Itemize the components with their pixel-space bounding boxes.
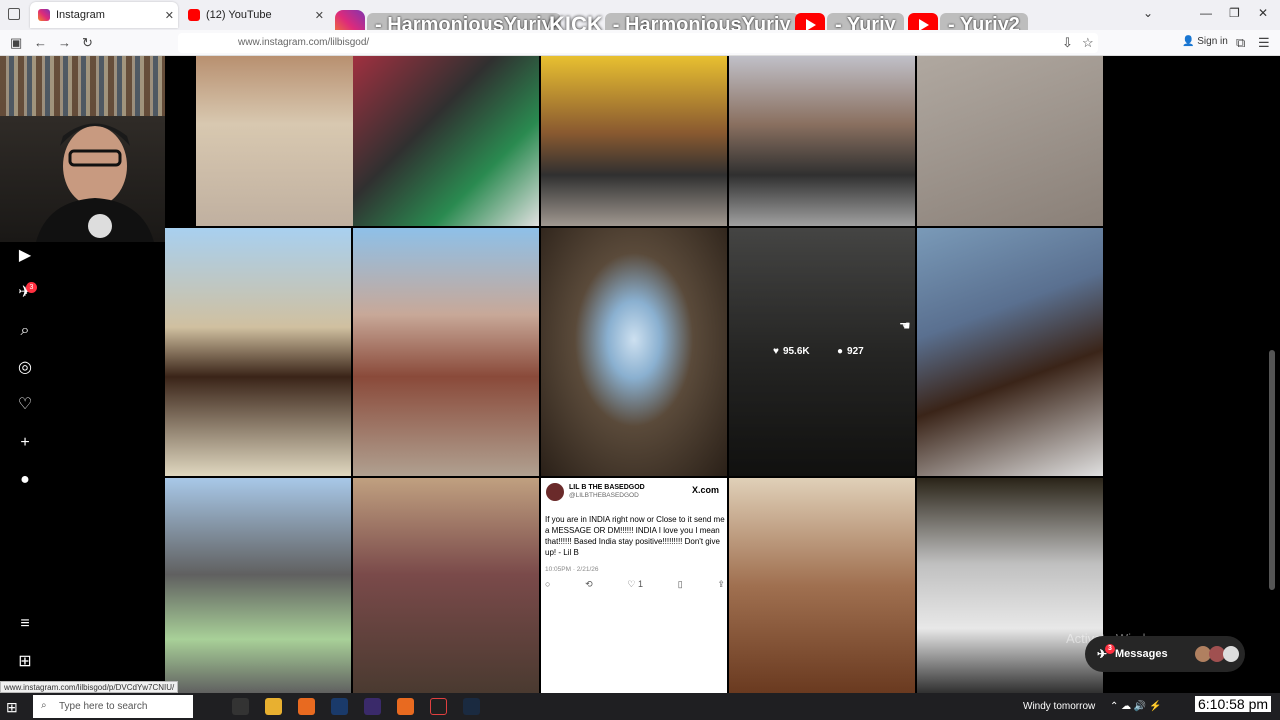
like-icon: ♡ 1 (627, 579, 644, 589)
reply-icon: ○ (545, 579, 551, 589)
post-thumbnail[interactable] (541, 56, 727, 226)
url-bar[interactable]: www.instagram.com/lilbisgod/ (178, 33, 1098, 53)
comments-count: 927 (847, 346, 864, 357)
avatar (1223, 646, 1239, 662)
menu-icon[interactable]: ≡ (15, 614, 35, 634)
forward-icon[interactable]: → (58, 35, 71, 50)
likes-count: 95.6K (782, 346, 810, 357)
messages-pill[interactable]: ✈ 3 Messages (1085, 636, 1245, 672)
post-thumbnail[interactable] (353, 56, 539, 226)
messages-pill-label: Messages (1115, 648, 1168, 660)
chevron-down-icon[interactable]: ⌄ (1143, 6, 1153, 20)
extensions-icon[interactable]: ⧉ (1236, 35, 1245, 51)
heart-icon: ♥ (773, 346, 779, 357)
firefox-active-icon[interactable] (397, 698, 414, 715)
search-icon: ⌕ (41, 700, 47, 711)
premiere-icon[interactable] (364, 698, 381, 715)
minimize-icon[interactable]: — (1200, 6, 1212, 20)
tweet-screenshot-post[interactable]: LIL B THE BASEDGOD @LILBTHEBASEDGOD X.co… (541, 478, 727, 693)
taskbar-clock[interactable]: 6:10:58 pm (1195, 696, 1272, 712)
start-icon[interactable]: ⊞ (6, 699, 18, 716)
tab-label: Instagram (56, 9, 105, 21)
post-thumbnail[interactable] (729, 478, 915, 693)
save-icon[interactable]: ⇩ (1062, 35, 1073, 51)
page-scrollbar[interactable] (1269, 350, 1275, 590)
post-thumbnail[interactable] (917, 56, 1103, 226)
youtube-favicon-icon (188, 9, 200, 21)
post-thumbnail[interactable] (353, 478, 539, 693)
post-thumbnail[interactable] (917, 478, 1103, 693)
tweet-time: 10:05PM · 2/21/26 (545, 566, 599, 573)
tweet-actions: ○ ⟲ ♡ 1 ▯ ⇪ (545, 579, 725, 590)
file-explorer-icon[interactable] (265, 698, 282, 715)
obs-icon[interactable] (430, 698, 447, 715)
close-tab-icon[interactable]: ✕ (315, 9, 324, 22)
weather-widget[interactable]: Windy tomorrow (1023, 701, 1095, 712)
menu-icon[interactable]: ☰ (1258, 35, 1270, 51)
steam-icon[interactable] (463, 698, 480, 715)
profile-post-grid: ♥ 95.6K ● 927 LIL B THE BASEDGOD @LILBTH… (165, 56, 1103, 693)
messages-badge: 3 (26, 282, 37, 293)
bookmark-icon: ▯ (677, 579, 683, 589)
sign-in-label: Sign in (1197, 36, 1228, 47)
photoshop-icon[interactable] (331, 698, 348, 715)
post-thumbnail[interactable] (353, 228, 539, 476)
link-status-url: www.instagram.com/lilbisgod/p/DVCdYw7CNI… (0, 681, 179, 693)
url-text: www.instagram.com/lilbisgod/ (238, 37, 370, 48)
profile-icon[interactable]: ● (15, 470, 35, 490)
tab-label: (12) YouTube (206, 9, 272, 21)
messages-pill-badge: 3 (1105, 644, 1115, 654)
like-count: 1 (638, 579, 644, 589)
restore-icon[interactable]: ❐ (1229, 6, 1240, 20)
tweet-source: X.com (691, 485, 719, 495)
tray-icons[interactable]: ⌃ ☁ 🔊 ⚡ (1110, 701, 1162, 712)
tweet-text: If you are in INDIA right now or Close t… (545, 515, 725, 557)
task-view-icon[interactable] (232, 698, 249, 715)
search-placeholder: Type here to search (59, 701, 148, 712)
post-thumbnail[interactable] (165, 478, 351, 693)
post-thumbnail[interactable] (541, 228, 727, 476)
post-thumbnail-hovered[interactable]: ♥ 95.6K ● 927 (729, 228, 915, 476)
mouse-cursor-icon: ☚ (899, 318, 911, 333)
notifications-icon[interactable]: ♡ (15, 395, 35, 415)
search-icon[interactable]: ⌕ (15, 321, 35, 341)
post-likes: ♥ 95.6K (773, 346, 810, 357)
close-window-icon[interactable]: ✕ (1258, 6, 1268, 20)
share-icon: ⇪ (717, 579, 725, 589)
post-thumbnail[interactable] (917, 228, 1103, 476)
post-thumbnail[interactable] (729, 56, 915, 226)
post-comments: ● 927 (837, 346, 864, 357)
tab-list-icon[interactable] (8, 8, 20, 20)
comment-icon: ● (837, 346, 844, 357)
bookmark-star-icon[interactable]: ☆ (1082, 35, 1094, 51)
taskbar-search-input[interactable]: ⌕ Type here to search (33, 695, 193, 718)
post-thumbnail[interactable] (165, 228, 351, 476)
meta-icon[interactable]: ⊞ (15, 652, 35, 672)
close-tab-icon[interactable]: ✕ (165, 9, 174, 22)
firefox-icon[interactable] (298, 698, 315, 715)
back-icon[interactable]: ← (34, 35, 47, 50)
tab-instagram[interactable]: Instagram ✕ (30, 2, 178, 28)
tweet-avatar (546, 483, 564, 501)
tab-youtube[interactable]: (12) YouTube ✕ (180, 2, 328, 28)
create-icon[interactable]: + (15, 433, 35, 453)
sidebar-toggle-icon[interactable]: ▣ (10, 35, 22, 51)
explore-icon[interactable]: ◎ (15, 358, 35, 378)
right-empty-area (1103, 56, 1280, 693)
reels-icon[interactable]: ▶ (15, 246, 35, 266)
retweet-icon: ⟲ (585, 579, 593, 589)
tweet-author-name: LIL B THE BASEDGOD (569, 484, 645, 491)
instagram-favicon-icon (38, 9, 50, 21)
reload-icon[interactable]: ↻ (82, 35, 93, 51)
browser-nav-bar: ▣ ← → ↻ www.instagram.com/lilbisgod/ ⇩ ☆… (0, 30, 1280, 56)
tweet-author-handle: @LILBTHEBASEDGOD (569, 492, 639, 499)
windows-taskbar: ⊞ ⌕ Type here to search Windy tomorrow ⌃… (0, 693, 1280, 720)
sign-in-button[interactable]: 👤 Sign in (1182, 36, 1228, 47)
